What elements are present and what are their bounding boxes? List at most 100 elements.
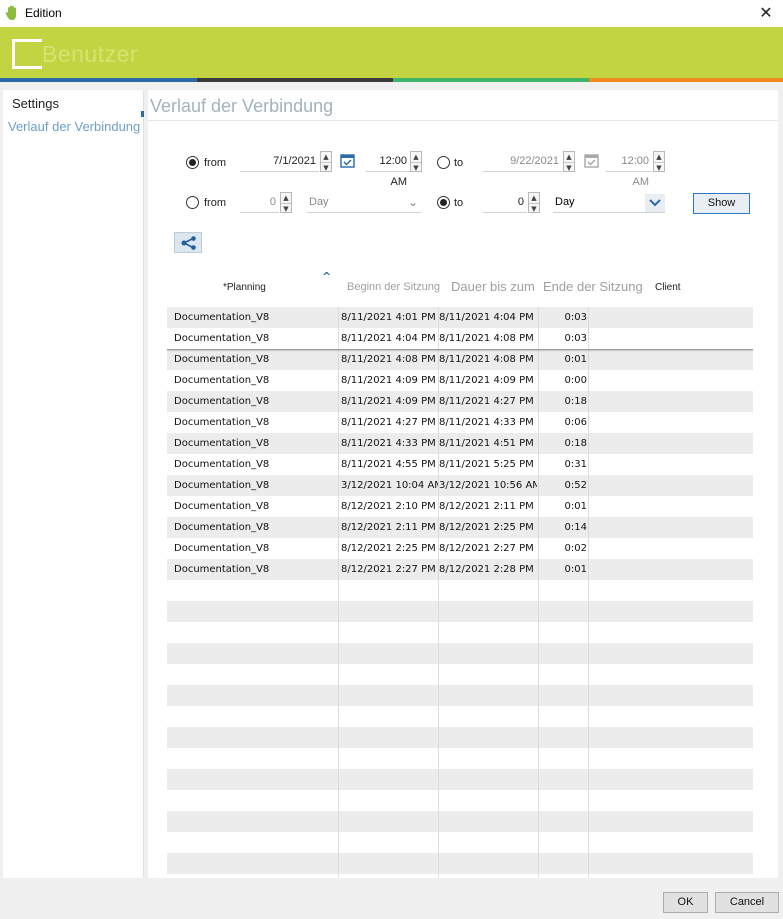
column-divider bbox=[438, 307, 439, 877]
empty-row bbox=[167, 853, 753, 874]
spin-down-icon[interactable]: ▼ bbox=[411, 162, 421, 172]
table-row[interactable]: Documentation_V8 3/12/2021 10:04 AM 3/12/2… bbox=[167, 475, 753, 496]
label-to-relative: to bbox=[454, 197, 464, 209]
logo-bracket-icon bbox=[12, 39, 42, 69]
empty-row bbox=[167, 685, 753, 706]
table-row[interactable]: Documentation_V8 8/11/2021 4:01 PM 8/11/20… bbox=[167, 307, 753, 328]
table-cell: 8/12/2021 2:10 PM bbox=[341, 501, 436, 512]
from-time-field[interactable]: 12:00 AM bbox=[366, 151, 410, 188]
to-time-field[interactable]: 12:00 AM bbox=[606, 151, 652, 188]
spin-down-icon[interactable]: ▼ bbox=[654, 162, 664, 172]
close-icon[interactable]: ✕ bbox=[755, 3, 777, 23]
table-cell: 0:03 bbox=[564, 312, 587, 323]
from-date-spinner[interactable]: ▲ ▼ bbox=[320, 151, 332, 172]
show-button[interactable]: Show bbox=[693, 193, 750, 214]
table-cell: 8/11/2021 4:33 PM bbox=[439, 417, 534, 428]
table-cell: Documentation_V8 bbox=[174, 417, 270, 428]
to-date-field[interactable]: 9/22/2021 bbox=[483, 151, 562, 172]
ok-button[interactable]: OK bbox=[663, 892, 708, 913]
header-client[interactable]: Client bbox=[655, 282, 681, 293]
column-divider bbox=[588, 307, 589, 877]
spin-up-icon[interactable]: ▲ bbox=[529, 193, 539, 203]
table-row[interactable]: Documentation_V8 8/11/2021 4:33 PM 8/11/20… bbox=[167, 433, 753, 454]
table-cell: 8/12/2021 2:11 PM bbox=[439, 501, 534, 512]
table-cell: Documentation_V8 bbox=[174, 459, 270, 470]
spin-down-icon[interactable]: ▼ bbox=[529, 203, 539, 213]
spin-up-icon[interactable]: ▲ bbox=[654, 152, 664, 162]
header-planning[interactable]: *Planning bbox=[223, 282, 266, 293]
header-dauer[interactable]: Dauer bis zum bbox=[451, 279, 535, 294]
banner-title: Benutzer bbox=[42, 41, 139, 67]
to-relative-spinner[interactable]: ▲ ▼ bbox=[528, 192, 540, 213]
share-icon bbox=[181, 236, 196, 250]
spin-up-icon[interactable]: ▲ bbox=[411, 152, 421, 162]
empty-row bbox=[167, 790, 753, 811]
cancel-button[interactable]: Cancel bbox=[715, 892, 779, 913]
to-time-spinner[interactable]: ▲ ▼ bbox=[653, 151, 665, 172]
selection-line bbox=[167, 349, 753, 350]
table-row[interactable]: Documentation_V8 8/11/2021 4:55 PM 8/11/20… bbox=[167, 454, 753, 475]
table-row[interactable]: Documentation_V8 8/12/2021 2:11 PM 8/12/20… bbox=[167, 517, 753, 538]
title-bar: Edition ✕ bbox=[0, 0, 783, 27]
from-unit-value: Day bbox=[309, 196, 329, 208]
table-row[interactable]: Documentation_V8 8/12/2021 2:27 PM 8/12/20… bbox=[167, 559, 753, 580]
table-row[interactable]: Documentation_V8 8/11/2021 4:04 PM 8/11/20… bbox=[167, 328, 753, 349]
from-unit-dropdown[interactable]: Day ⌄ bbox=[307, 192, 421, 213]
sidebar-item-settings[interactable]: Settings bbox=[12, 96, 59, 111]
calendar-icon[interactable] bbox=[340, 153, 355, 168]
sidebar-item-verlauf[interactable]: Verlauf der Verbindung bbox=[8, 119, 140, 134]
sidebar-marker bbox=[141, 111, 144, 117]
from-relative-spinner[interactable]: ▲ ▼ bbox=[280, 192, 292, 213]
empty-row bbox=[167, 643, 753, 664]
column-divider bbox=[538, 307, 539, 877]
table-cell: 8/11/2021 4:27 PM bbox=[439, 396, 534, 407]
calendar-icon[interactable] bbox=[584, 153, 599, 168]
table-cell: 0:18 bbox=[564, 438, 587, 449]
title-divider bbox=[148, 120, 778, 121]
chevron-down-icon[interactable] bbox=[645, 194, 665, 212]
stripe-green bbox=[393, 78, 589, 82]
table-cell: 0:52 bbox=[564, 480, 587, 491]
table-cell: Documentation_V8 bbox=[174, 312, 270, 323]
from-time-spinner[interactable]: ▲ ▼ bbox=[410, 151, 422, 172]
table-row[interactable]: Documentation_V8 8/11/2021 4:27 PM 8/11/20… bbox=[167, 412, 753, 433]
to-date-spinner[interactable]: ▲ ▼ bbox=[563, 151, 575, 172]
from-relative-value[interactable]: 0 bbox=[240, 192, 279, 213]
header-ende[interactable]: Ende der Sitzung bbox=[543, 279, 643, 294]
table-row[interactable]: Documentation_V8 8/11/2021 4:09 PM 8/11/20… bbox=[167, 391, 753, 412]
table-cell: 0:00 bbox=[564, 375, 587, 386]
spin-down-icon[interactable]: ▼ bbox=[281, 203, 291, 213]
to-relative-value[interactable]: 0 bbox=[483, 192, 527, 213]
table-cell: 8/12/2021 2:27 PM bbox=[341, 564, 436, 575]
table-cell: Documentation_V8 bbox=[174, 333, 270, 344]
sort-ascending-icon[interactable]: ^ bbox=[322, 270, 331, 283]
spin-down-icon[interactable]: ▼ bbox=[321, 162, 331, 172]
table-row[interactable]: Documentation_V8 8/12/2021 2:25 PM 8/12/20… bbox=[167, 538, 753, 559]
radio-from-relative[interactable] bbox=[186, 196, 199, 209]
header-banner: Benutzer bbox=[0, 27, 783, 78]
table-cell: 8/11/2021 5:25 PM bbox=[439, 459, 534, 470]
table-row[interactable]: Documentation_V8 8/11/2021 4:08 PM 8/11/20… bbox=[167, 349, 753, 370]
radio-to-relative[interactable] bbox=[437, 196, 450, 209]
spin-up-icon[interactable]: ▲ bbox=[321, 152, 331, 162]
table-cell: 8/11/2021 4:51 PM bbox=[439, 438, 534, 449]
empty-row bbox=[167, 748, 753, 769]
chevron-down-icon[interactable]: ⌄ bbox=[408, 192, 418, 213]
spin-down-icon[interactable]: ▼ bbox=[564, 162, 574, 172]
table-cell: 8/11/2021 4:09 PM bbox=[341, 396, 436, 407]
spin-up-icon[interactable]: ▲ bbox=[564, 152, 574, 162]
table-row[interactable]: Documentation_V8 8/11/2021 4:09 PM 8/11/20… bbox=[167, 370, 753, 391]
table-cell: 8/12/2021 2:11 PM bbox=[341, 522, 436, 533]
table-cell: 0:01 bbox=[564, 354, 587, 365]
table-cell: Documentation_V8 bbox=[174, 522, 270, 533]
from-date-field[interactable]: 7/1/2021 bbox=[240, 151, 319, 172]
radio-from-date[interactable] bbox=[186, 156, 199, 169]
spin-up-icon[interactable]: ▲ bbox=[281, 193, 291, 203]
share-button[interactable] bbox=[174, 232, 202, 253]
radio-to-date[interactable] bbox=[437, 156, 450, 169]
table-row[interactable]: Documentation_V8 8/12/2021 2:10 PM 8/12/20… bbox=[167, 496, 753, 517]
empty-row bbox=[167, 727, 753, 748]
table-cell: Documentation_V8 bbox=[174, 438, 270, 449]
header-beginn[interactable]: Beginn der Sitzung bbox=[347, 281, 440, 293]
table-cell: 8/11/2021 4:27 PM bbox=[341, 417, 436, 428]
